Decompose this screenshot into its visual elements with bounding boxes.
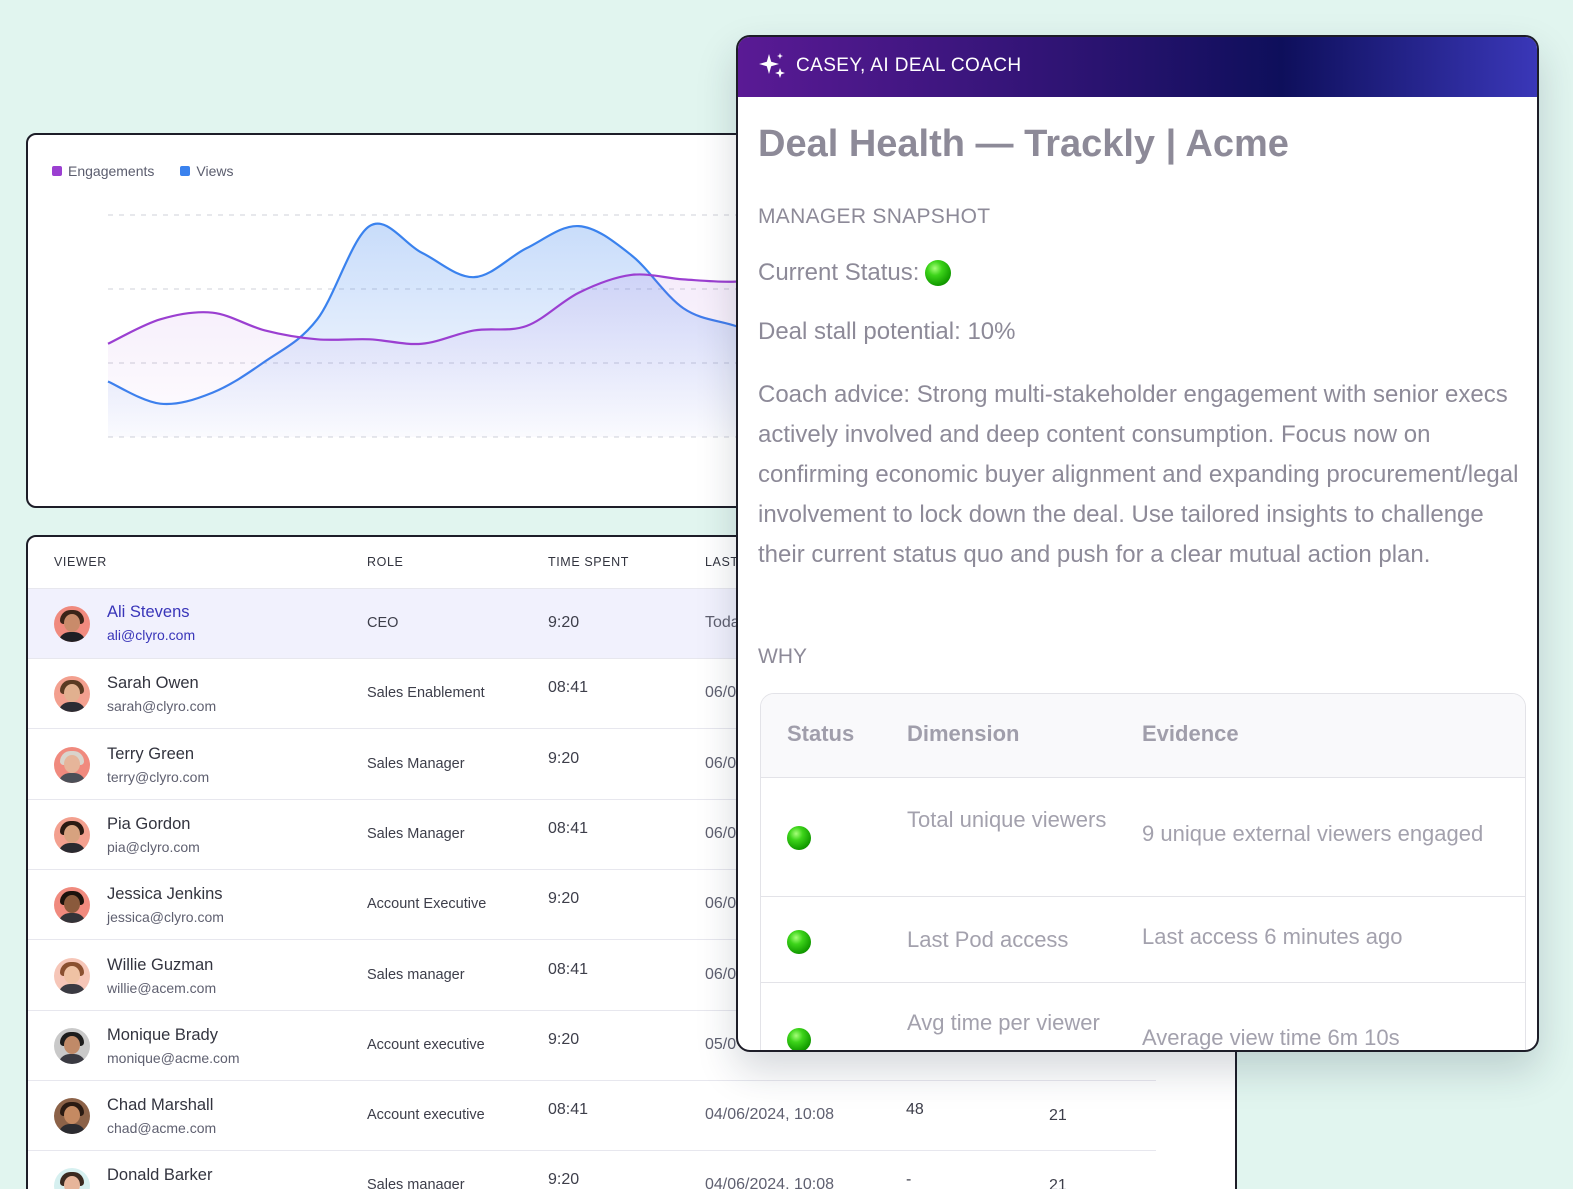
viewer-count-b: 21: [1049, 1177, 1067, 1189]
why-table: Status Dimension Evidence Total unique v…: [760, 693, 1526, 1050]
viewer-last-access: 04/06/2024, 10:08: [705, 1106, 835, 1124]
deal-health-title: Deal Health — Trackly | Acme: [758, 123, 1289, 165]
avatar: [54, 606, 90, 642]
avatar: [54, 1027, 90, 1064]
viewer-name[interactable]: Jessica Jenkins: [107, 885, 223, 904]
column-header-last[interactable]: LAST: [705, 555, 739, 569]
why-dimension: Last Pod access: [907, 927, 1069, 952]
viewer-last-access: 06/0: [705, 895, 737, 913]
why-label: WHY: [758, 645, 807, 668]
why-table-header: Status Dimension Evidence: [761, 694, 1525, 778]
avatar: [54, 676, 90, 713]
viewer-time-spent: 9:20: [548, 1171, 580, 1189]
viewer-role: Sales manager: [367, 966, 465, 983]
why-row: Last Pod access Last access 6 minutes ag…: [761, 897, 1525, 983]
viewer-last-access: Toda: [705, 614, 740, 631]
deal-stall-potential: Deal stall potential: 10%: [758, 318, 1016, 345]
viewer-row[interactable]: Chad Marshall chad@acme.com Account execut…: [28, 1081, 1156, 1152]
viewer-role: Account Executive: [367, 896, 487, 913]
viewer-role: Sales manager: [367, 1177, 465, 1189]
viewer-name[interactable]: Donald Barker: [107, 1166, 212, 1185]
sparkle-icon: [759, 53, 785, 78]
viewer-role: Account executive: [367, 1036, 485, 1053]
current-status-label: Current Status:: [758, 259, 920, 286]
viewer-name[interactable]: Ali Stevens: [107, 603, 190, 622]
ai-deal-coach-panel: CASEY, AI DEAL COACH Deal Health — Track…: [736, 35, 1539, 1052]
viewer-time-spent: 08:41: [548, 819, 589, 837]
status-green-icon: [787, 930, 811, 954]
viewer-role: Sales Enablement: [367, 685, 485, 702]
viewer-row[interactable]: Donald Barker Sales manager 9:20 04/06/2024…: [28, 1151, 1156, 1189]
viewer-email: ali@clyro.com: [107, 627, 196, 643]
viewer-count-b: 21: [1049, 1107, 1067, 1125]
viewer-time-spent: 9:20: [548, 749, 580, 767]
viewer-count-a: 48: [906, 1101, 924, 1119]
why-evidence: Average view time 6m 10s: [1142, 1025, 1400, 1050]
status-green-icon: [787, 1028, 811, 1050]
why-dimension: Avg time per viewer: [907, 1010, 1100, 1035]
avatar: [54, 1168, 90, 1189]
engagement-chart-card: Engagements Views: [26, 133, 786, 508]
current-status: Current Status:: [758, 259, 952, 287]
coach-header: CASEY, AI DEAL COACH: [738, 37, 1537, 97]
viewer-role: Sales Manager: [367, 825, 465, 842]
viewer-time-spent: 08:41: [548, 1101, 589, 1119]
avatar: [54, 887, 90, 924]
why-header-dimension: Dimension: [907, 721, 1020, 746]
viewer-last-access: 06/0: [705, 824, 737, 842]
why-header-evidence: Evidence: [1142, 721, 1239, 746]
why-evidence: Last access 6 minutes ago: [1142, 924, 1403, 949]
column-header-role[interactable]: ROLE: [367, 555, 403, 569]
viewer-last-access: 06/0: [705, 965, 737, 983]
viewer-last-access: 06/0: [705, 684, 737, 702]
viewer-name[interactable]: Pia Gordon: [107, 815, 190, 834]
coach-advice: Coach advice: Strong multi-stakeholder e…: [758, 381, 1519, 568]
status-green-icon: [787, 826, 811, 850]
viewer-name[interactable]: Monique Brady: [107, 1026, 218, 1045]
viewer-time-spent: 9:20: [548, 890, 580, 908]
column-header-time-spent[interactable]: TIME SPENT: [548, 555, 629, 569]
viewer-email: terry@clyro.com: [107, 768, 210, 785]
why-row: Avg time per viewer Average view time 6m…: [761, 983, 1525, 1050]
viewer-email: monique@acme.com: [107, 1049, 240, 1066]
viewer-last-access: 05/0: [705, 1035, 737, 1053]
avatar: [54, 1098, 90, 1135]
viewer-role: CEO: [367, 615, 399, 631]
chart-series: [107, 222, 784, 437]
viewer-count-a: -: [906, 1171, 912, 1189]
column-header-viewer[interactable]: VIEWER: [54, 555, 107, 569]
viewer-role: Sales Manager: [367, 755, 465, 772]
viewer-last-access: 06/0: [705, 754, 737, 772]
viewer-time-spent: 9:20: [548, 614, 580, 631]
avatar: [54, 746, 90, 783]
why-header-status: Status: [787, 721, 855, 746]
line-chart: [107, 214, 784, 438]
viewer-name[interactable]: Terry Green: [107, 745, 194, 764]
viewer-email: willie@acem.com: [107, 979, 217, 996]
avatar: [54, 957, 90, 994]
status-green-icon: [925, 260, 952, 286]
viewer-email: sarah@clyro.com: [107, 698, 217, 715]
viewer-name[interactable]: Sarah Owen: [107, 674, 199, 693]
viewer-time-spent: 08:41: [548, 960, 589, 978]
viewer-role: Account executive: [367, 1107, 485, 1124]
viewer-name[interactable]: Willie Guzman: [107, 956, 213, 975]
viewer-time-spent: 08:41: [548, 679, 589, 697]
viewer-email: chad@acme.com: [107, 1120, 217, 1137]
why-evidence: 9 unique external viewers engaged: [1142, 821, 1484, 846]
viewer-name[interactable]: Chad Marshall: [107, 1096, 213, 1115]
viewer-time-spent: 9:20: [548, 1030, 580, 1048]
why-row: Total unique viewers 9 unique external v…: [761, 778, 1525, 897]
coach-header-title: CASEY, AI DEAL COACH: [796, 55, 1022, 76]
why-dimension: Total unique viewers: [907, 807, 1107, 832]
viewer-email: jessica@clyro.com: [107, 909, 224, 926]
viewer-last-access: 04/06/2024, 10:08: [705, 1176, 835, 1189]
manager-snapshot-label: MANAGER SNAPSHOT: [758, 205, 991, 228]
viewer-email: pia@clyro.com: [107, 838, 200, 855]
avatar: [54, 816, 90, 853]
